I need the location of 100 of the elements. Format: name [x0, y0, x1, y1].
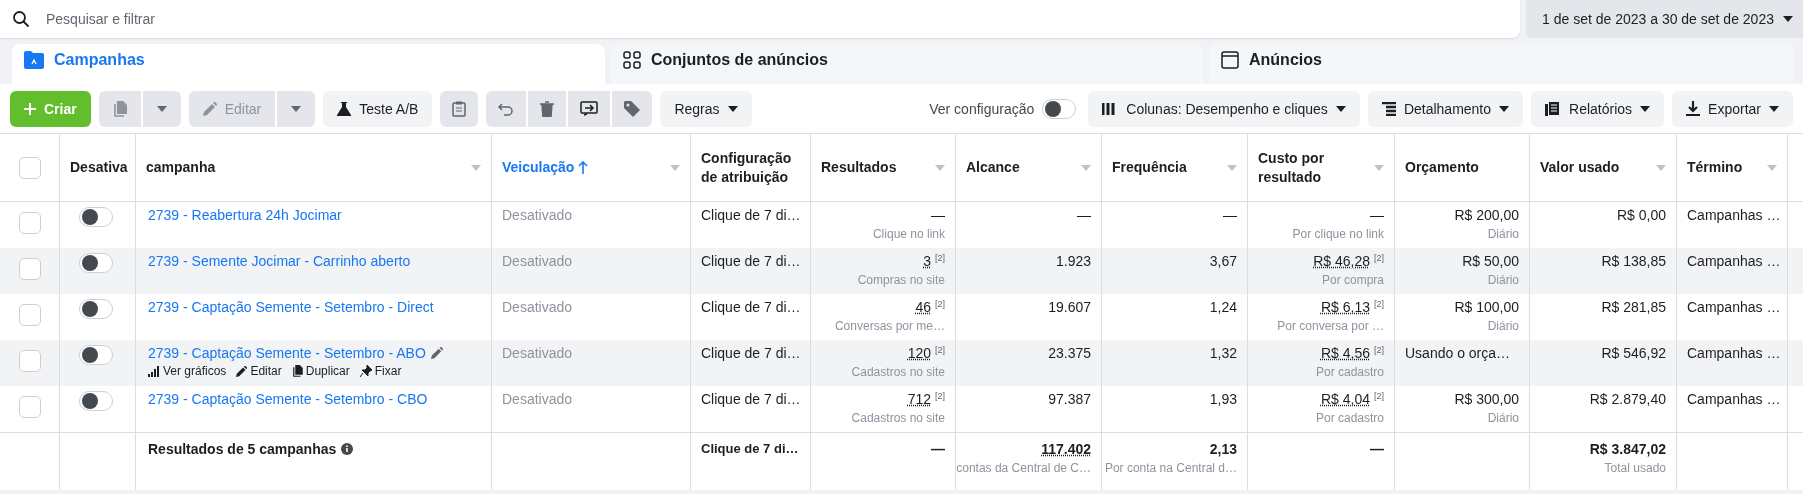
tab[interactable]: Anúncios — [1209, 44, 1794, 84]
column-header[interactable]: Frequência — [1112, 158, 1187, 177]
delivery-status: Desativado — [502, 391, 574, 407]
tab[interactable]: Campanhas — [12, 44, 605, 84]
column-header[interactable]: Veiculação — [502, 158, 575, 177]
toggle-switch[interactable] — [78, 207, 113, 227]
caret-icon — [156, 105, 167, 112]
checkbox[interactable] — [18, 212, 41, 234]
row-action-link[interactable]: Fixar — [359, 364, 402, 378]
cost-value: R$ 4,56 — [1320, 345, 1370, 361]
delete-button[interactable] — [528, 90, 567, 127]
result-type: Conversas por me… — [834, 319, 945, 333]
bar-chart-icon — [148, 365, 160, 377]
folder-icon — [24, 51, 44, 69]
amount-spent: R$ 281,85 — [1601, 299, 1666, 315]
campaign-link[interactable]: 2739 - Captação Semente - Setembro - ABO — [148, 345, 426, 361]
campaign-link[interactable]: 2739 - Reabertura 24h Jocimar — [148, 207, 342, 223]
result-type: Cadastros no site — [851, 411, 945, 425]
date-range-dropdown[interactable]: 1 de set de 2023 a 30 de set de 2023 — [1526, 0, 1803, 38]
column-menu-icon[interactable] — [471, 164, 481, 171]
column-header[interactable]: campanha — [146, 158, 216, 177]
frequency-value: 1,24 — [1209, 299, 1237, 315]
frequency-value: 1,93 — [1209, 391, 1237, 407]
column-menu-icon[interactable] — [1767, 164, 1777, 171]
toggle-switch[interactable] — [78, 391, 113, 411]
caret-icon — [1640, 105, 1651, 112]
row-action-link[interactable]: Ver gráficos — [148, 364, 227, 378]
checkbox[interactable] — [18, 304, 41, 326]
breakdown-dropdown[interactable]: Detalhamento — [1367, 90, 1524, 127]
swap-icon — [580, 100, 599, 117]
campaign-link[interactable]: 2739 - Captação Semente - Setembro - Direct — [148, 299, 434, 315]
budget-value: R$ 300,00 — [1454, 391, 1519, 407]
undo-button[interactable] — [486, 90, 527, 127]
tag-button[interactable] — [612, 90, 653, 127]
dropdown-button[interactable] — [277, 90, 316, 127]
pencil-icon — [236, 365, 248, 377]
column-header[interactable]: Valor usado — [1540, 158, 1620, 177]
ab-test-button[interactable]: Teste A/B — [323, 90, 433, 127]
campaign-link[interactable]: 2739 - Semente Jocimar - Carrinho aberto — [148, 253, 411, 269]
footnote-mark: [2] — [1374, 345, 1384, 355]
footnote-mark: [2] — [1374, 253, 1384, 263]
column-header[interactable]: Configuração de atribuição — [701, 149, 800, 186]
columns-dropdown[interactable]: Colunas: Desempenho e cliques — [1088, 90, 1360, 127]
cost-value: R$ 4,04 — [1320, 391, 1370, 407]
footnote-mark: [2] — [1374, 391, 1384, 401]
tab[interactable]: Conjuntos de anúncios — [611, 44, 1203, 84]
reach-value: 19.607 — [1048, 299, 1091, 315]
duplicate-icon — [291, 365, 303, 377]
toggle-switch[interactable] — [78, 345, 113, 365]
column-header[interactable]: Custo por resultado — [1258, 149, 1338, 186]
checkbox[interactable] — [18, 258, 41, 280]
pencil-icon[interactable] — [430, 347, 443, 359]
toggle-switch[interactable] — [78, 299, 113, 319]
clipboard-icon — [452, 100, 467, 117]
reach-type: contas da Central de C… — [956, 461, 1091, 475]
budget-type: Diário — [1487, 273, 1519, 287]
amount-spent: R$ 3.847,02 — [1589, 441, 1666, 457]
toggle-switch[interactable] — [78, 253, 113, 273]
undo-icon — [498, 101, 515, 116]
caret-icon — [1335, 105, 1346, 112]
column-menu-icon[interactable] — [1081, 164, 1091, 171]
view-setup-toggle[interactable] — [1042, 98, 1077, 119]
rules-dropdown[interactable]: Regras — [660, 90, 752, 127]
checkbox[interactable] — [18, 350, 41, 372]
row-action-link[interactable]: Duplicar — [291, 364, 350, 378]
frequency-type: Por conta na Central d… — [1104, 461, 1237, 475]
delivery-status: Desativado — [502, 253, 574, 269]
campaign-link[interactable]: 2739 - Captação Semente - Setembro - CBO — [148, 391, 428, 407]
reports-dropdown[interactable]: Relatórios — [1531, 90, 1665, 127]
frequency-value: 1,32 — [1209, 345, 1237, 361]
cost-type: Por compra — [1321, 273, 1384, 287]
result-type: Cadastros no site — [851, 365, 945, 379]
results-value: 3 — [923, 253, 931, 269]
column-header[interactable]: Alcance — [966, 158, 1020, 177]
attribution-setting: Clique de 7 di… — [701, 345, 800, 361]
swap-button[interactable] — [568, 90, 611, 127]
column-header[interactable]: Orçamento — [1405, 158, 1479, 177]
reach-value: 97.387 — [1048, 391, 1091, 407]
footnote-mark: [2] — [935, 391, 945, 401]
column-menu-icon[interactable] — [1227, 164, 1237, 171]
checkbox[interactable] — [18, 396, 41, 418]
row-action-link[interactable]: Editar — [236, 364, 282, 378]
column-menu-icon[interactable] — [670, 164, 680, 171]
checkbox[interactable] — [18, 156, 41, 179]
column-header[interactable]: Término — [1687, 158, 1743, 177]
column-header[interactable]: Resultados — [821, 158, 897, 177]
cost-value: — — [1370, 441, 1384, 457]
amount-spent: R$ 138,85 — [1601, 253, 1666, 269]
column-menu-icon[interactable] — [1656, 164, 1666, 171]
column-menu-icon[interactable] — [1374, 164, 1384, 171]
caret-icon — [1783, 16, 1793, 22]
results-value: — — [931, 441, 945, 457]
column-header[interactable]: Desativa — [70, 158, 128, 177]
info-icon[interactable] — [341, 443, 354, 455]
attribution-setting: Clique de 7 di… — [701, 441, 800, 456]
footnote-mark: [2] — [1374, 299, 1384, 309]
dropdown-button[interactable] — [142, 90, 181, 127]
clipboard-button[interactable] — [440, 90, 479, 127]
export-dropdown[interactable]: Exportar — [1672, 90, 1793, 127]
column-menu-icon[interactable] — [935, 164, 945, 171]
